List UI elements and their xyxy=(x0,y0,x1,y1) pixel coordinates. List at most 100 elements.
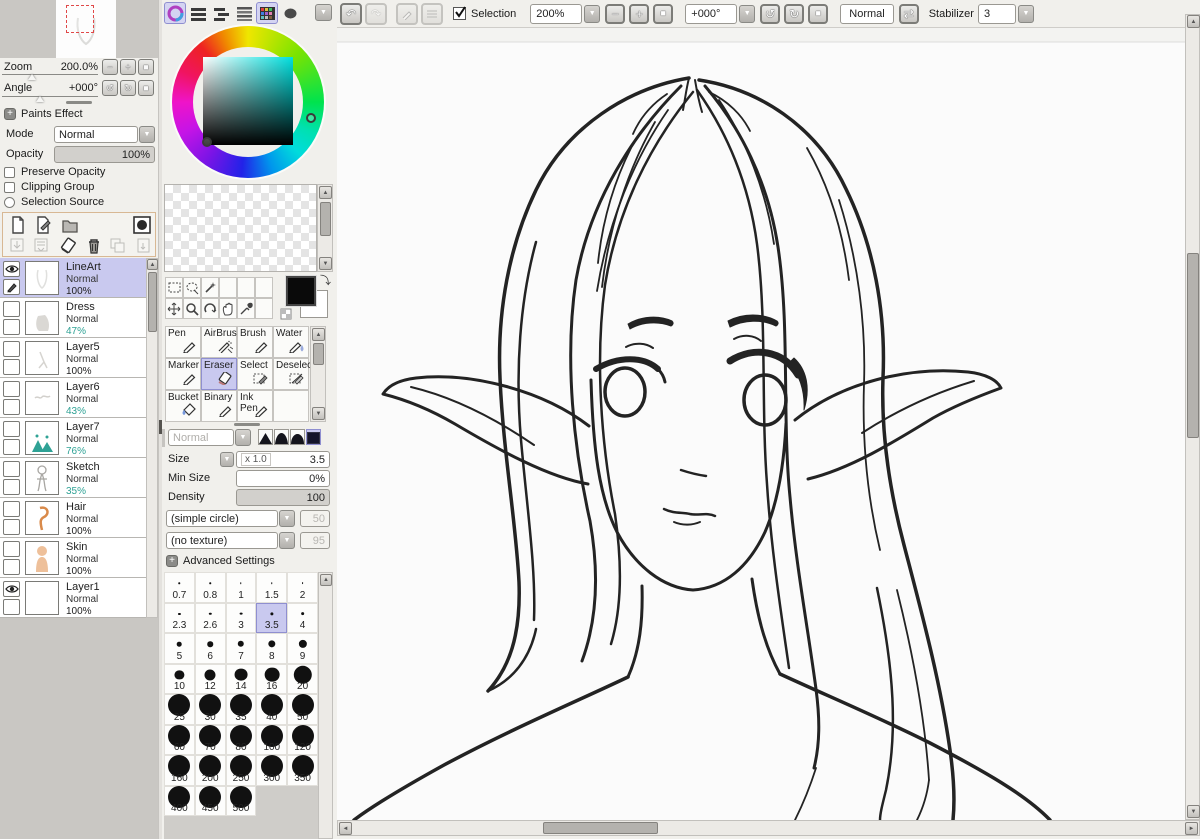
brush-size-4[interactable]: 4 xyxy=(287,603,318,634)
layer-row-hair[interactable]: HairNormal100% xyxy=(0,498,146,538)
layer-edit-toggle[interactable] xyxy=(3,599,20,615)
brush-size-5[interactable]: 5 xyxy=(164,633,195,664)
canvas-hscroll-thumb[interactable] xyxy=(543,822,658,834)
copy-layer-button[interactable] xyxy=(109,237,126,254)
tool-grid-scrollbar[interactable]: ▲ ▼ xyxy=(310,326,326,422)
tool-scroll-thumb[interactable] xyxy=(313,343,324,365)
rotate-cw-button[interactable]: ↻ xyxy=(120,80,136,96)
tool-binary[interactable]: Binary xyxy=(201,390,237,422)
rgb-sliders-tab[interactable] xyxy=(187,2,209,24)
color-wheel-tab[interactable] xyxy=(164,2,186,24)
brush-size-25[interactable]: 25 xyxy=(164,694,195,725)
brush-size-1[interactable]: 1 xyxy=(226,572,257,603)
rotate-canvas-tool[interactable] xyxy=(201,298,219,319)
edge-shape-triangle-button[interactable] xyxy=(258,429,273,445)
canvas-rotate-cw-button[interactable]: ↻ xyxy=(784,4,804,24)
canvas-angle-select[interactable]: +000° xyxy=(685,4,737,24)
swatches-tab[interactable] xyxy=(256,2,278,24)
brush-size-0.7[interactable]: 0.7 xyxy=(164,572,195,603)
layer-visibility-toggle[interactable] xyxy=(3,341,20,357)
new-lineart-layer-button[interactable] xyxy=(35,216,53,234)
brush-size-40[interactable]: 40 xyxy=(256,694,287,725)
layer-row-dress[interactable]: DressNormal47% xyxy=(0,298,146,338)
flip-canvas-button[interactable]: ⇄ xyxy=(899,4,919,24)
layers-scrollbar[interactable]: ▲ xyxy=(146,258,158,618)
navigator-resize-handle[interactable] xyxy=(66,101,92,104)
paste-layer-button[interactable] xyxy=(135,237,152,254)
canvas-drawing[interactable] xyxy=(337,28,1185,820)
canvas-zoom-out-button[interactable]: − xyxy=(605,4,625,24)
brush-size-500[interactable]: 500 xyxy=(226,786,257,817)
brush-size-12[interactable]: 12 xyxy=(195,664,226,695)
zoom-tool[interactable] xyxy=(183,298,201,319)
brush-size-9[interactable]: 9 xyxy=(287,633,318,664)
canvas-viewport[interactable] xyxy=(337,28,1185,820)
brush-size-2.6[interactable]: 2.6 xyxy=(195,603,226,634)
preserve-opacity-checkbox[interactable] xyxy=(4,167,15,178)
layer-row-layer6[interactable]: Layer6Normal43% xyxy=(0,378,146,418)
layer-edit-toggle[interactable] xyxy=(3,439,20,455)
brush-size-60[interactable]: 60 xyxy=(164,725,195,756)
layer-edit-toggle[interactable] xyxy=(3,399,20,415)
size-field[interactable]: x 1.0 3.5 xyxy=(236,451,330,468)
scratchpad-scroll-up-icon[interactable]: ▲ xyxy=(319,186,332,199)
clipping-group-checkbox[interactable] xyxy=(4,182,15,193)
zoom-reset-button[interactable]: ■ xyxy=(138,59,154,75)
merge-down-button[interactable] xyxy=(33,237,50,254)
edge-shape-round-button[interactable] xyxy=(274,429,289,445)
stabilizer-select[interactable]: 3 xyxy=(978,4,1016,24)
canvas-hscrollbar[interactable]: ◄ ► xyxy=(337,820,1200,836)
brush-size-35[interactable]: 35 xyxy=(226,694,257,725)
canvas-vscroll-thumb[interactable] xyxy=(1187,253,1199,438)
selection-lines-button[interactable] xyxy=(421,3,443,25)
brush-size-80[interactable]: 80 xyxy=(226,725,257,756)
layer-row-layer7[interactable]: Layer7Normal76% xyxy=(0,418,146,458)
layer-edit-toggle[interactable] xyxy=(3,359,20,375)
layer-edit-toggle[interactable] xyxy=(3,559,20,575)
angle-reset-button[interactable]: ■ xyxy=(138,80,154,96)
density-slider[interactable]: 100 xyxy=(236,489,330,506)
rotate-ccw-button[interactable]: ↺ xyxy=(102,80,118,96)
brush-size-10[interactable]: 10 xyxy=(164,664,195,695)
scratchpad[interactable] xyxy=(164,184,317,272)
tool-pen[interactable]: Pen xyxy=(165,326,201,358)
navigator-preview[interactable] xyxy=(0,0,158,58)
view-mode-button[interactable]: Normal xyxy=(840,4,893,24)
magic-wand-tool[interactable] xyxy=(201,277,219,298)
brush-size-3[interactable]: 3 xyxy=(226,603,257,634)
layers-scroll-thumb[interactable] xyxy=(148,272,157,332)
expand-plus-icon[interactable]: + xyxy=(4,108,16,120)
color-mixer-tab[interactable] xyxy=(233,2,255,24)
size-grid-scrollbar[interactable]: ▲ xyxy=(318,572,333,839)
edge-shape-flat-button[interactable] xyxy=(290,429,305,445)
tool-scroll-up-icon[interactable]: ▲ xyxy=(312,328,325,341)
canvas-zoom-reset-button[interactable]: ■ xyxy=(653,4,673,24)
layer-visibility-toggle[interactable] xyxy=(3,301,20,317)
brush-texture-select[interactable]: (no texture) xyxy=(166,532,278,549)
brush-shape-dropdown-icon[interactable]: ▼ xyxy=(279,510,295,527)
layer-visibility-toggle[interactable] xyxy=(3,461,20,477)
panel-options-dropdown-icon[interactable]: ▼ xyxy=(315,4,332,21)
canvas-scroll-left-icon[interactable]: ◄ xyxy=(339,822,352,835)
lasso-tool[interactable] xyxy=(183,277,201,298)
preserve-opacity-row[interactable]: Preserve Opacity xyxy=(4,166,105,178)
tool-airbrush[interactable]: AirBrush xyxy=(201,326,237,358)
tool-deselect[interactable]: Deselect xyxy=(273,358,309,390)
edge-shape-square-button[interactable] xyxy=(306,429,321,445)
scratchpad-scroll-down-icon[interactable]: ▼ xyxy=(319,257,332,270)
layer-row-layer5[interactable]: Layer5Normal100% xyxy=(0,338,146,378)
brush-size-1.5[interactable]: 1.5 xyxy=(256,572,287,603)
brush-size-200[interactable]: 200 xyxy=(195,755,226,786)
brush-size-50[interactable]: 50 xyxy=(287,694,318,725)
selection-source-row[interactable]: Selection Source xyxy=(4,196,104,208)
new-layer-button[interactable] xyxy=(9,216,27,234)
tool-marker[interactable]: Marker xyxy=(165,358,201,390)
layer-visibility-toggle[interactable] xyxy=(3,501,20,517)
layers-scroll-up-icon[interactable]: ▲ xyxy=(147,259,158,270)
layer-visibility-toggle[interactable] xyxy=(3,381,20,397)
brush-size-7[interactable]: 7 xyxy=(226,633,257,664)
redo-button[interactable]: ↷ xyxy=(365,3,387,25)
size-unit-dropdown-icon[interactable]: ▼ xyxy=(220,452,234,467)
canvas-rotate-ccw-button[interactable]: ↺ xyxy=(760,4,780,24)
min-size-field[interactable]: 0% xyxy=(236,470,330,487)
